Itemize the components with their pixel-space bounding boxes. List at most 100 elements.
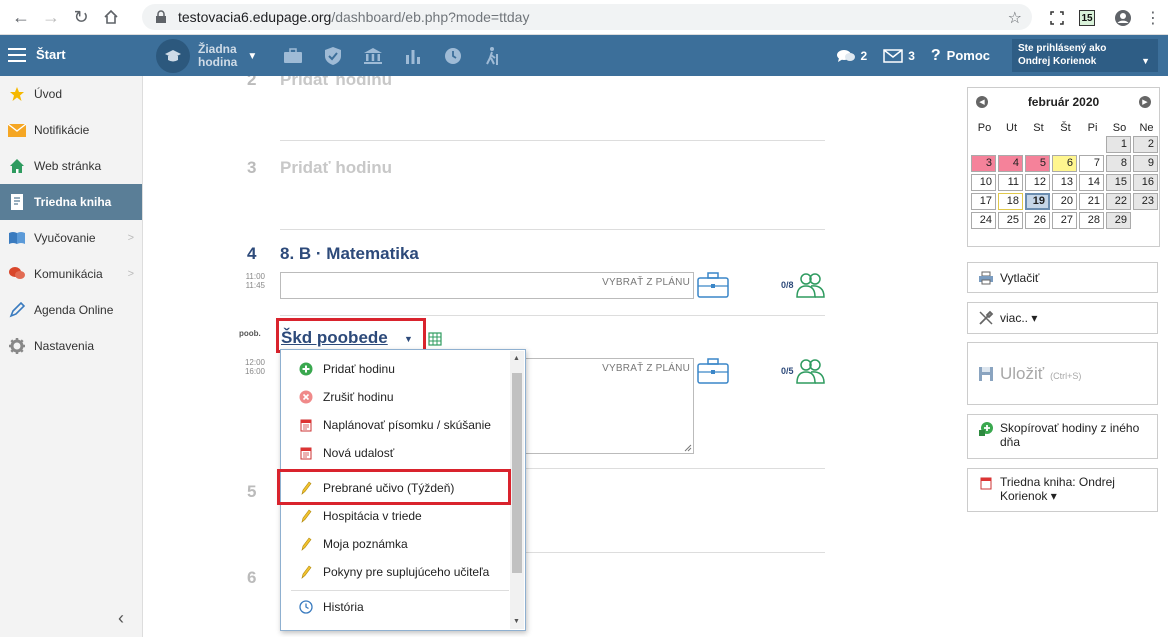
calendar-day[interactable]: 7 [1079, 155, 1104, 172]
calendar-day[interactable]: 22 [1106, 193, 1131, 210]
calendar-day[interactable]: 16 [1133, 174, 1158, 191]
calendar-day[interactable]: 29 [1106, 212, 1131, 229]
help-button[interactable]: ? Pomoc [931, 47, 990, 65]
calendar-day[interactable]: 5 [1025, 155, 1050, 172]
shield-icon[interactable] [322, 45, 344, 67]
sidebar-item-label: Nastavenia [34, 339, 95, 353]
resize-handle-icon[interactable] [684, 444, 692, 452]
calendar-day[interactable]: 11 [998, 174, 1023, 191]
calendar-day[interactable]: 3 [971, 155, 996, 172]
chevron-down-icon[interactable]: ▼ [404, 334, 413, 344]
calendar-day[interactable]: 1 [1106, 136, 1131, 153]
start-menu-button[interactable]: Štart [8, 47, 66, 62]
print-button[interactable]: Vytlačiť [967, 262, 1158, 293]
chat-messages-button[interactable]: 2 [836, 48, 867, 64]
menu-item-plan-test[interactable]: Naplánovať písomku / skúšanie [281, 411, 509, 439]
briefcase-icon[interactable] [697, 272, 729, 298]
profile-icon[interactable] [1108, 3, 1138, 33]
menu-item-new-event[interactable]: Nová udalosť [281, 439, 509, 467]
calendar-day[interactable]: 25 [998, 212, 1023, 229]
mini-calendar: ◀ február 2020 ▶ Po Ut St Št Pi So Ne 12345678… [967, 87, 1160, 247]
save-button[interactable]: Uložiť (Ctrl+S) [967, 342, 1158, 405]
calendar-day[interactable]: 21 [1079, 193, 1104, 210]
calendar-page-icon [299, 418, 313, 432]
menu-scrollbar[interactable]: ▲ ▼ [510, 351, 524, 629]
add-lesson-link[interactable]: Pridať hodinu [280, 76, 392, 90]
institution-icon[interactable] [362, 45, 384, 67]
plan-select-link[interactable]: VYBRAŤ Z PLÁNU [602, 363, 690, 374]
bookmark-star-icon[interactable]: ☆ [1008, 8, 1022, 28]
calendar-day[interactable]: 8 [1106, 155, 1131, 172]
students-icon[interactable] [795, 357, 825, 385]
calendar-day[interactable]: 2 [1133, 136, 1158, 153]
calendar-day[interactable]: 9 [1133, 155, 1158, 172]
lesson-selector[interactable]: Žiadna hodina ▼ [156, 39, 257, 73]
scrollbar-thumb[interactable] [512, 373, 522, 573]
reload-icon[interactable]: ↻ [66, 2, 96, 32]
sidebar-item-komunikacia[interactable]: Komunikácia > [0, 256, 142, 292]
calendar-day[interactable]: 4 [998, 155, 1023, 172]
plan-select-link[interactable]: VYBRAŤ Z PLÁNU [602, 277, 690, 288]
calendar-day[interactable]: 24 [971, 212, 996, 229]
briefcase-icon[interactable] [282, 45, 304, 67]
calendar-day[interactable]: 23 [1133, 193, 1158, 210]
prev-month-icon[interactable]: ◀ [976, 96, 988, 108]
calendar-extension-icon[interactable]: 15 [1072, 3, 1102, 33]
copy-lessons-button[interactable]: Skopírovať hodiny z iného dňa [967, 414, 1158, 459]
more-menu-icon[interactable]: ⋮ [1138, 3, 1168, 33]
address-bar[interactable]: testovacia6.edupage.org/dashboard/eb.php… [142, 4, 1032, 30]
menu-item-class-inspection[interactable]: Hospitácia v triede [281, 502, 509, 530]
hiking-icon[interactable] [482, 45, 504, 67]
more-button[interactable]: viac.. ▾ [967, 302, 1158, 334]
students-icon[interactable] [795, 271, 825, 299]
calendar-day[interactable]: 26 [1025, 212, 1050, 229]
collapse-sidebar-icon[interactable]: ‹ [118, 608, 124, 629]
envelope-icon [883, 48, 903, 63]
add-lesson-link[interactable]: Pridať hodinu [280, 158, 392, 178]
next-month-icon[interactable]: ▶ [1139, 96, 1151, 108]
calendar-extension-date: 15 [1079, 10, 1095, 26]
clock-icon[interactable] [442, 45, 464, 67]
scroll-up-icon[interactable]: ▲ [513, 355, 520, 362]
calendar-day[interactable]: 27 [1052, 212, 1077, 229]
sidebar-item-notifikacie[interactable]: Notifikácie [0, 112, 142, 148]
user-account-menu[interactable]: Ste prihlásený ako Ondrej Korienok ▼ [1012, 39, 1158, 72]
star-icon [8, 85, 26, 103]
calendar-day[interactable]: 17 [971, 193, 996, 210]
sidebar-item-triedna-kniha[interactable]: Triedna kniha [0, 184, 142, 220]
calendar-day[interactable]: 12 [1025, 174, 1050, 191]
menu-item-history[interactable]: História [281, 593, 509, 621]
calendar-day[interactable]: 6 [1052, 155, 1077, 172]
table-grid-icon[interactable] [428, 332, 442, 346]
briefcase-icon[interactable] [697, 358, 729, 384]
menu-item-my-note[interactable]: Moja poznámka [281, 530, 509, 558]
calendar-day[interactable]: 20 [1052, 193, 1077, 210]
menu-item-cancel-lesson[interactable]: Zrušiť hodinu [281, 383, 509, 411]
screen-capture-icon[interactable] [1042, 3, 1072, 33]
home-icon[interactable] [96, 2, 126, 32]
forward-arrow-icon[interactable]: → [36, 2, 66, 32]
calendar-day[interactable]: 19 [1025, 193, 1050, 210]
lesson-topic-input[interactable]: VYBRAŤ Z PLÁNU [280, 272, 694, 299]
lesson-subject[interactable]: 8. B · Matematika [280, 244, 419, 264]
menu-item-add-lesson[interactable]: Pridať hodinu [281, 355, 509, 383]
bar-chart-icon[interactable] [402, 45, 424, 67]
sidebar-item-vyucovanie[interactable]: Vyučovanie > [0, 220, 142, 256]
sidebar-item-uvod[interactable]: Úvod [0, 76, 142, 112]
menu-item-substitute-instructions[interactable]: Pokyny pre suplujúceho učiteľa [281, 558, 509, 586]
calendar-day[interactable]: 18 [998, 193, 1023, 210]
sidebar-item-web[interactable]: Web stránka [0, 148, 142, 184]
calendar-day[interactable]: 13 [1052, 174, 1077, 191]
calendar-day[interactable]: 15 [1106, 174, 1131, 191]
lesson-subject-dropdown[interactable]: Škd poobede [281, 328, 388, 348]
calendar-week: 17 18 19 20 21 22 23 [971, 193, 1160, 210]
sidebar-item-nastavenia[interactable]: Nastavenia [0, 328, 142, 364]
calendar-day[interactable]: 28 [1079, 212, 1104, 229]
calendar-day[interactable]: 10 [971, 174, 996, 191]
mail-button[interactable]: 3 [883, 49, 915, 63]
back-arrow-icon[interactable]: ← [6, 2, 36, 32]
sidebar-item-agenda-online[interactable]: Agenda Online [0, 292, 142, 328]
calendar-day[interactable]: 14 [1079, 174, 1104, 191]
class-book-selector[interactable]: Triedna kniha: Ondrej Korienok ▾ [967, 468, 1158, 512]
scroll-down-icon[interactable]: ▼ [513, 618, 520, 625]
